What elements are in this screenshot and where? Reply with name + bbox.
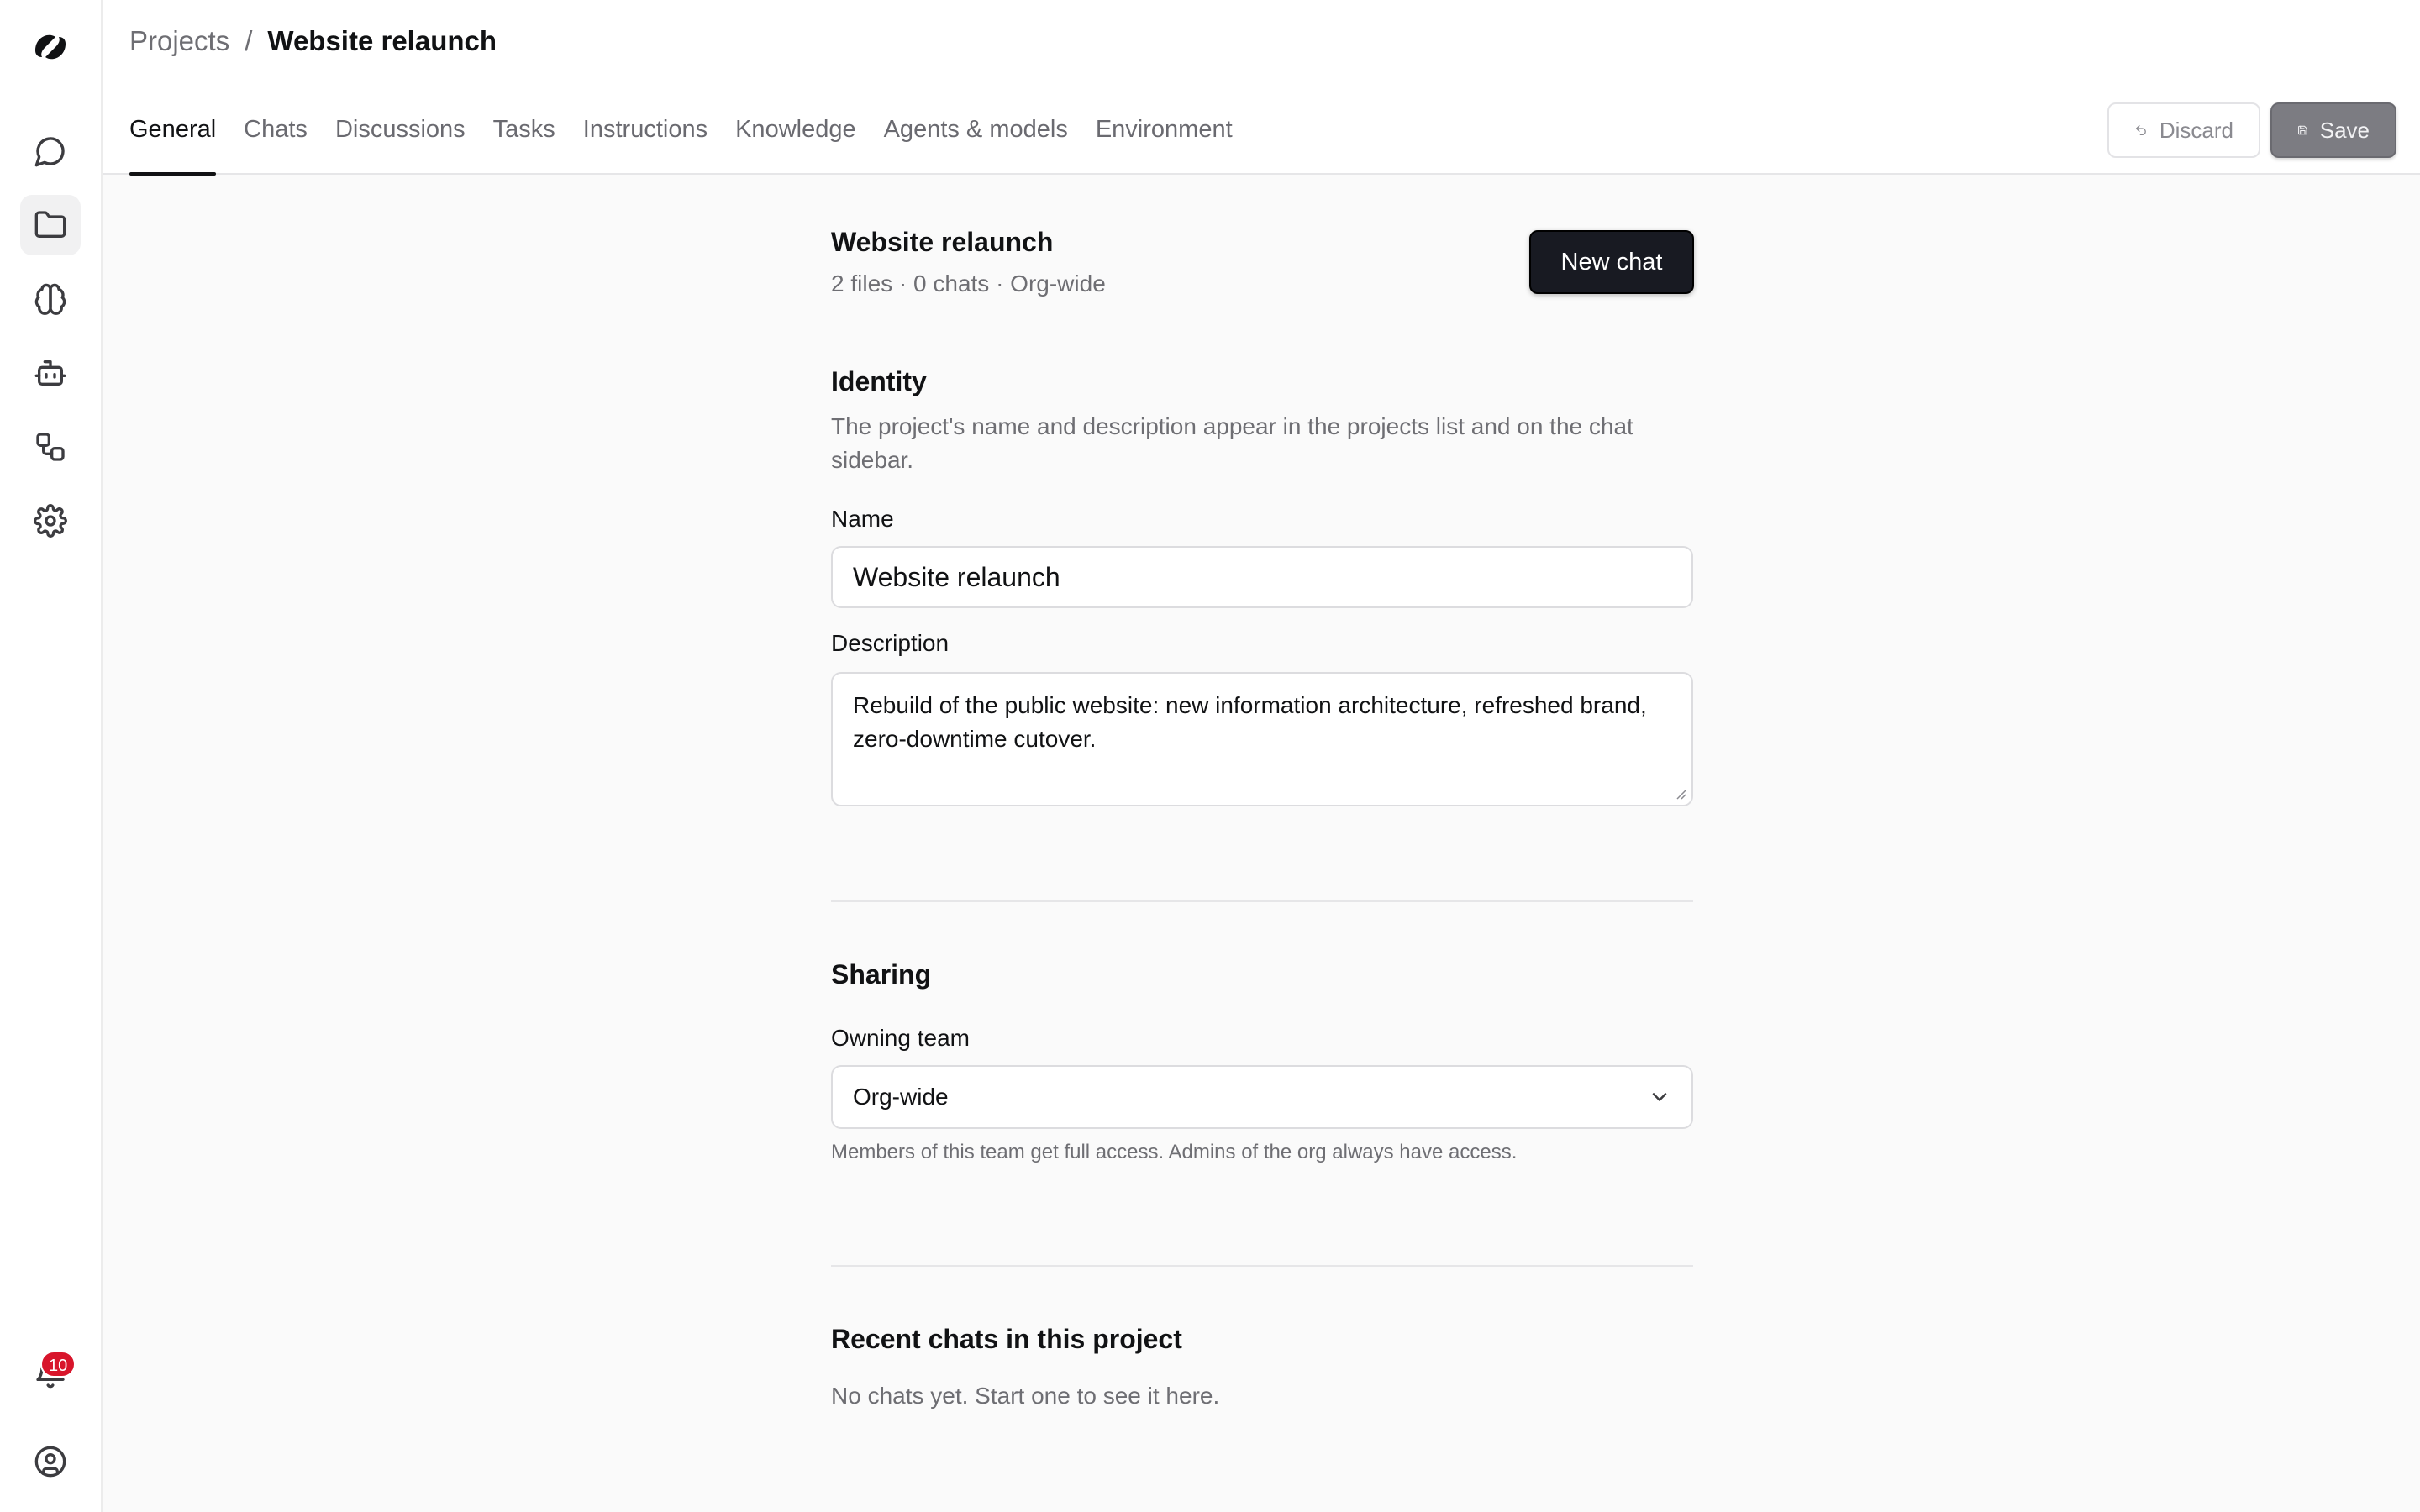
app-logo-icon[interactable]: [30, 29, 71, 66]
identity-section-description: The project's name and description appea…: [831, 413, 1634, 473]
gear-icon: [34, 504, 67, 538]
description-field-label: Description: [831, 630, 950, 656]
rail-workflows-button[interactable]: [20, 417, 81, 477]
tab-chats[interactable]: Chats: [244, 113, 308, 175]
tab-instructions[interactable]: Instructions: [583, 113, 708, 175]
owning-team-label: Owning team: [831, 1025, 970, 1051]
notification-badge: 10: [40, 1351, 76, 1378]
tab-bar: General Chats Discussions Tasks Instruct…: [129, 113, 1260, 176]
recent-chats-empty-state: No chats yet. Start one to see it here.: [831, 1383, 1220, 1409]
tab-tasks[interactable]: Tasks: [493, 113, 555, 175]
chevron-down-icon: [1652, 1093, 1667, 1101]
breadcrumb-projects-link[interactable]: Projects: [129, 25, 229, 57]
discard-button[interactable]: Discard: [2107, 102, 2260, 158]
folder-icon: [34, 211, 66, 238]
section-divider: [831, 1265, 1693, 1267]
section-divider: [831, 900, 1693, 902]
recent-chats-title: Recent chats in this project: [831, 1324, 1182, 1354]
save-button[interactable]: Save: [2270, 102, 2396, 158]
tab-agents-models[interactable]: Agents & models: [884, 113, 1068, 175]
owning-team-select[interactable]: Org-wide: [831, 1065, 1693, 1129]
page-header: Projects / Website relaunch General Chat…: [103, 0, 2420, 176]
workflow-icon: [36, 433, 65, 461]
breadcrumb: Projects / Website relaunch: [129, 25, 497, 57]
bot-icon: [34, 360, 66, 386]
user-circle-icon: [34, 1446, 66, 1478]
discard-button-label: Discard: [2159, 117, 2233, 143]
project-meta: 2 files · 0 chats · Org-wide: [831, 270, 1106, 297]
rail-account-button[interactable]: [20, 1431, 81, 1492]
rail-agents-button[interactable]: [20, 343, 81, 403]
chat-icon: [34, 137, 65, 167]
undo-icon: [2135, 125, 2146, 135]
new-chat-button[interactable]: New chat: [1529, 230, 1694, 294]
owning-team-hint: Members of this team get full access. Ad…: [831, 1141, 1518, 1163]
sharing-section-title: Sharing: [831, 959, 932, 990]
left-rail: 10: [0, 0, 103, 1512]
rail-knowledge-button[interactable]: [20, 269, 81, 329]
owning-team-value: Org-wide: [853, 1084, 949, 1110]
save-icon: [2298, 125, 2307, 135]
name-input[interactable]: Website relaunch: [831, 546, 1693, 608]
name-field-label: Name: [831, 506, 894, 532]
tab-environment[interactable]: Environment: [1096, 113, 1233, 175]
rail-projects-button[interactable]: [20, 195, 81, 255]
page-title: Website relaunch: [267, 25, 497, 56]
resize-handle-icon[interactable]: [1673, 786, 1686, 800]
description-text: Rebuild of the public website: new infor…: [853, 692, 1647, 752]
rail-settings-button[interactable]: [20, 491, 81, 551]
rail-chats-button[interactable]: [20, 121, 81, 181]
tab-discussions[interactable]: Discussions: [335, 113, 466, 175]
tab-knowledge[interactable]: Knowledge: [735, 113, 856, 175]
identity-section-title: Identity: [831, 366, 927, 396]
save-button-label: Save: [2319, 117, 2370, 143]
brain-icon: [34, 283, 66, 315]
project-title: Website relaunch: [831, 227, 1054, 257]
breadcrumb-separator: /: [245, 25, 253, 56]
tab-general[interactable]: General: [129, 113, 217, 176]
description-textarea[interactable]: Rebuild of the public website: new infor…: [831, 672, 1693, 806]
